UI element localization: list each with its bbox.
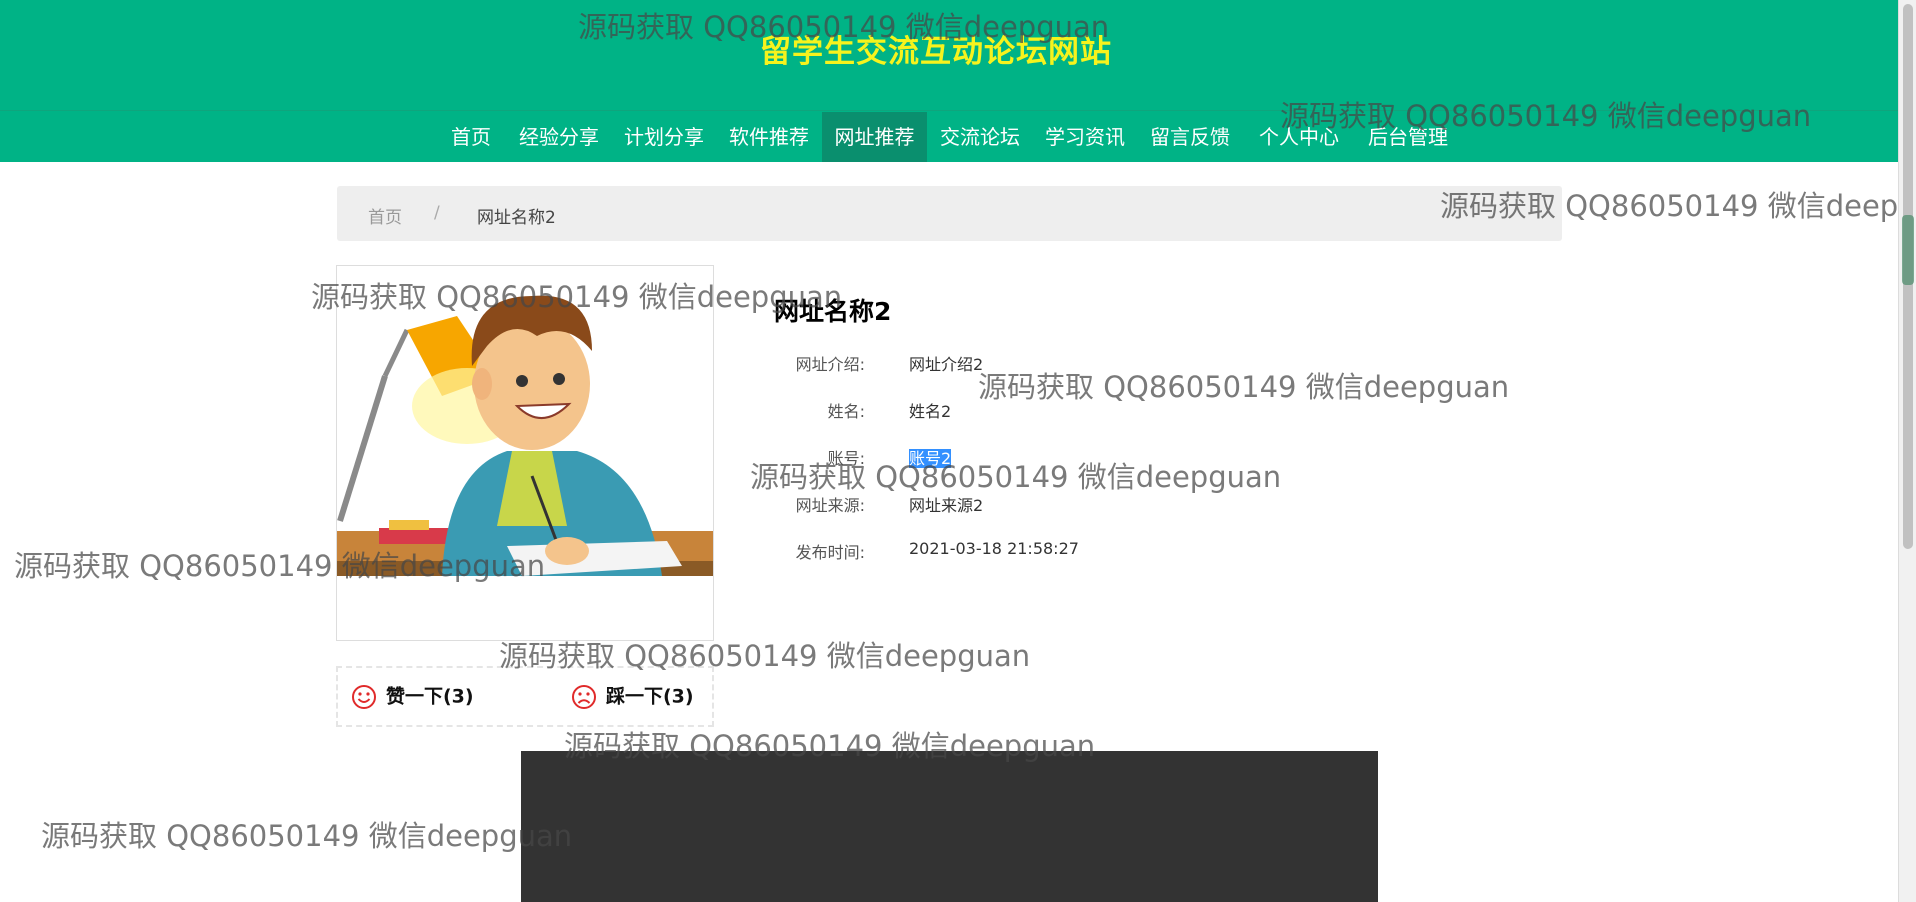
student-illustration xyxy=(337,266,713,640)
nav-study-news[interactable]: 学习资讯 xyxy=(1039,112,1131,162)
field-value-name: 姓名2 xyxy=(909,402,952,421)
nav-home[interactable]: 首页 xyxy=(442,112,500,162)
breadcrumb-current: 网址名称2 xyxy=(477,208,556,228)
field-label-account: 账号: xyxy=(827,449,865,468)
dislike-label: 踩一下(3) xyxy=(606,685,694,708)
frown-icon xyxy=(572,684,596,709)
nav-software-recommend[interactable]: 软件推荐 xyxy=(723,112,815,162)
scrollbar-marker xyxy=(1902,215,1914,285)
vote-box: 赞一下(3) 踩一下(3) xyxy=(336,666,714,727)
detail-title: 网址名称2 xyxy=(774,297,892,326)
field-label-name: 姓名: xyxy=(827,402,865,421)
dark-overlay-panel xyxy=(521,751,1378,902)
watermark: 源码获取 QQ86050149 微信deepguan xyxy=(978,370,1510,404)
site-title: 留学生交流互动论坛网站 xyxy=(760,34,1112,70)
website-image xyxy=(336,265,714,641)
nav-feedback[interactable]: 留言反馈 xyxy=(1144,112,1236,162)
dislike-button[interactable]: 踩一下(3) xyxy=(571,682,694,710)
field-value-account: 账号2 xyxy=(909,449,952,468)
nav-user-center[interactable]: 个人中心 xyxy=(1253,112,1345,162)
field-value-intro: 网址介绍2 xyxy=(909,355,984,374)
breadcrumb: 首页 / 网址名称2 xyxy=(337,186,1562,241)
like-label: 赞一下(3) xyxy=(386,685,474,708)
breadcrumb-separator: / xyxy=(434,203,440,223)
field-value-source: 网址来源2 xyxy=(909,496,984,515)
field-value-account-wrap: 账号2 xyxy=(909,445,952,469)
field-value-time: 2021-03-18 21:58:27 xyxy=(909,539,1079,558)
nav-admin[interactable]: 后台管理 xyxy=(1362,112,1454,162)
header-divider xyxy=(0,110,1898,111)
like-button[interactable]: 赞一下(3) xyxy=(351,682,474,710)
smile-icon xyxy=(352,684,376,709)
breadcrumb-home[interactable]: 首页 xyxy=(368,203,402,228)
field-label-intro: 网址介绍: xyxy=(795,355,865,374)
nav-experience-share[interactable]: 经验分享 xyxy=(514,112,604,162)
nav-forum[interactable]: 交流论坛 xyxy=(934,112,1026,162)
watermark: 源码获取 QQ86050149 微信deepguan xyxy=(41,819,573,853)
nav-website-recommend[interactable]: 网址推荐 xyxy=(822,112,927,162)
page: 留学生交流互动论坛网站 首页 经验分享 计划分享 软件推荐 网址推荐 交流论坛 … xyxy=(0,0,1898,902)
main-nav: 首页 经验分享 计划分享 软件推荐 网址推荐 交流论坛 学习资讯 留言反馈 个人… xyxy=(0,112,1898,162)
field-label-source: 网址来源: xyxy=(795,496,865,515)
site-header: 留学生交流互动论坛网站 首页 经验分享 计划分享 软件推荐 网址推荐 交流论坛 … xyxy=(0,0,1898,162)
nav-plan-share[interactable]: 计划分享 xyxy=(618,112,710,162)
field-label-time: 发布时间: xyxy=(795,543,865,562)
page-scrollbar[interactable] xyxy=(1898,0,1916,902)
